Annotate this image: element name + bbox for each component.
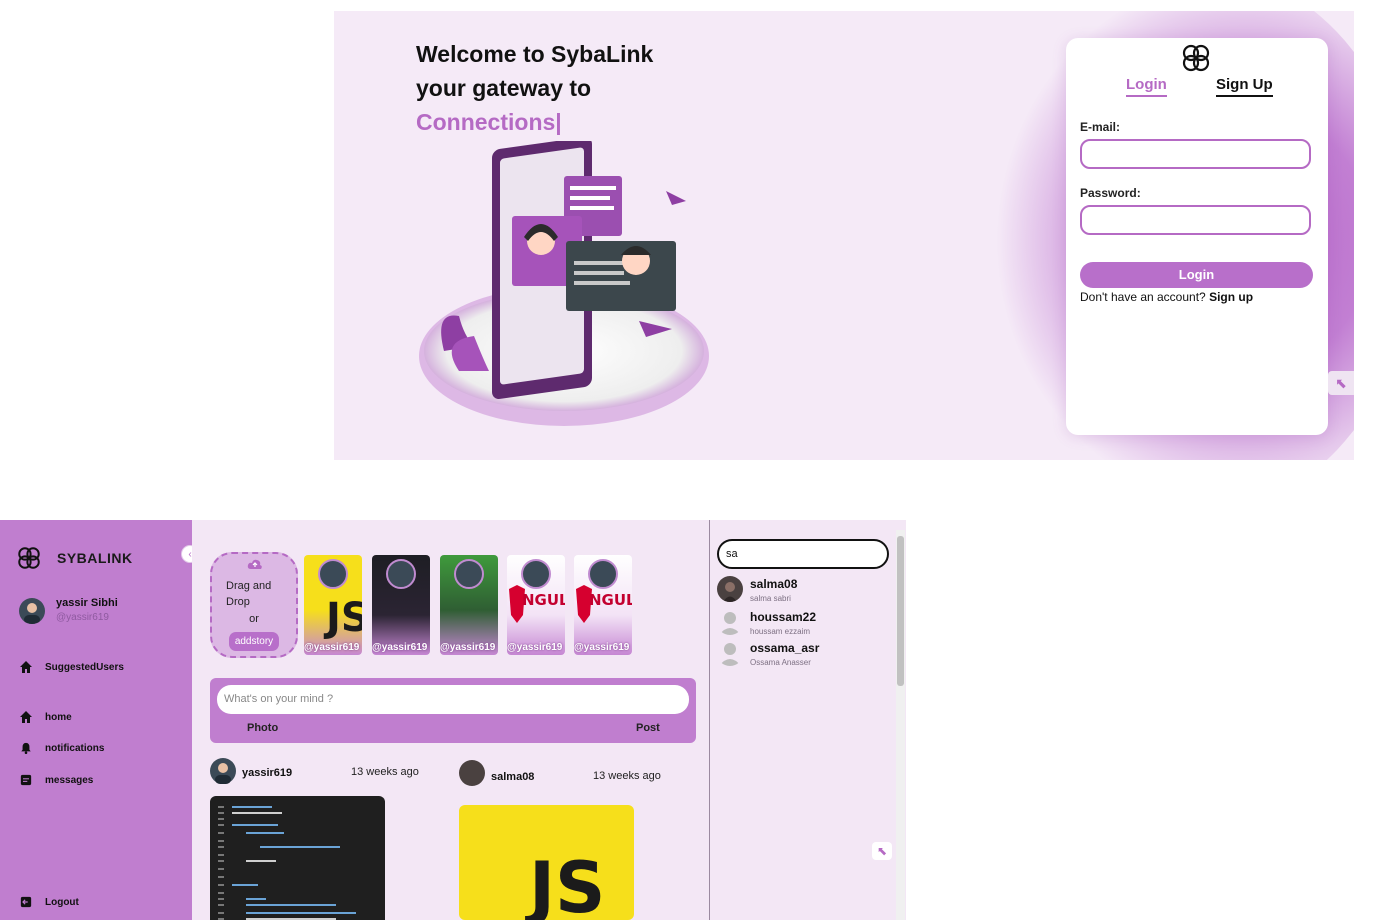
story-handle: @yassir619 xyxy=(372,642,428,653)
sidebar-item-home[interactable]: home xyxy=(19,709,72,725)
post-username[interactable]: salma08 xyxy=(491,771,534,783)
photo-button[interactable]: Photo xyxy=(247,722,278,734)
no-account-label: Don't have an account? xyxy=(1080,290,1206,304)
email-field[interactable] xyxy=(1080,139,1311,169)
post-time: 13 weeks ago xyxy=(593,770,661,782)
logout-button[interactable]: Logout xyxy=(19,894,79,910)
pointer-icon[interactable]: ⬉ xyxy=(1328,371,1354,395)
sidebar: SYBALINK yassir Sibhi @yassir619 Suggest… xyxy=(0,520,192,920)
login-button[interactable]: Login xyxy=(1080,262,1313,288)
avatar xyxy=(386,559,416,589)
avatar[interactable] xyxy=(19,598,45,624)
post-time: 13 weeks ago xyxy=(351,766,419,778)
story-item[interactable]: NGULAR @yassir619 xyxy=(507,555,565,655)
avatar[interactable] xyxy=(459,760,485,786)
story-handle: @yassir619 xyxy=(507,642,563,653)
js-logo-text: JS xyxy=(326,595,362,641)
post-composer: What's on your mind ? Photo Post xyxy=(210,678,696,743)
logout-label: Logout xyxy=(45,896,79,908)
login-card: Login Sign Up E-mail: Password: Login Do… xyxy=(1066,38,1328,435)
avatar xyxy=(318,559,348,589)
list-item[interactable]: ossama_asr Ossama Anasser xyxy=(717,640,887,670)
post-image-js[interactable]: JS xyxy=(459,805,634,920)
sidebar-item-suggested-users[interactable]: SuggestedUsers xyxy=(19,659,124,675)
or-text: or xyxy=(249,613,259,625)
tab-login[interactable]: Login xyxy=(1126,76,1167,97)
default-avatar-icon xyxy=(717,640,743,666)
result-username: salma08 xyxy=(750,577,798,591)
sidebar-item-notifications[interactable]: notifications xyxy=(19,740,104,756)
sidebar-item-label: SuggestedUsers xyxy=(45,661,124,673)
welcome-line-2: your gateway to xyxy=(416,75,592,101)
login-screen: Welcome to SybaLink your gateway to Conn… xyxy=(334,11,1354,460)
chat-illustration xyxy=(419,141,709,426)
avatar xyxy=(521,559,551,589)
sidebar-item-label: home xyxy=(45,711,72,723)
avatar xyxy=(454,559,484,589)
email-label: E-mail: xyxy=(1080,120,1121,134)
welcome-line-3: Connections| xyxy=(416,109,562,135)
result-username: ossama_asr xyxy=(750,641,820,655)
result-fullname: Ossama Anasser xyxy=(750,658,811,667)
message-icon xyxy=(19,773,33,787)
search-panel: sa salma08 salma sabri houssam22 houssam… xyxy=(709,520,896,920)
feed-screen: SYBALINK yassir Sibhi @yassir619 Suggest… xyxy=(0,520,906,920)
story-item[interactable]: NGULAR @yassir619 xyxy=(574,555,632,655)
no-account-text: Don't have an account? Sign up xyxy=(1080,290,1253,304)
story-item[interactable]: @yassir619 xyxy=(440,555,498,655)
pointer-icon[interactable]: ⬉ xyxy=(872,842,892,860)
post-input[interactable]: What's on your mind ? xyxy=(217,685,689,714)
add-story-button[interactable]: addstory xyxy=(229,632,279,651)
js-logo-text: JS xyxy=(529,847,606,920)
avatar xyxy=(717,576,743,602)
tab-signup[interactable]: Sign Up xyxy=(1216,76,1273,97)
list-item[interactable]: salma08 salma sabri xyxy=(717,576,887,606)
password-field[interactable] xyxy=(1080,205,1311,235)
home-icon xyxy=(19,660,33,674)
user-handle: @yassir619 xyxy=(56,612,109,623)
home-icon xyxy=(19,710,33,724)
post-image-code[interactable] xyxy=(210,796,385,920)
avatar xyxy=(588,559,618,589)
story-item[interactable]: @yassir619 xyxy=(372,555,430,655)
welcome-line-1: Welcome to SybaLink xyxy=(416,41,654,67)
sybalink-logo-icon xyxy=(1182,44,1210,72)
user-name: yassir Sibhi xyxy=(56,597,118,609)
scrollbar-thumb[interactable] xyxy=(897,536,904,686)
sidebar-item-messages[interactable]: messages xyxy=(19,772,93,788)
avatar[interactable] xyxy=(210,758,236,784)
logout-icon xyxy=(19,895,33,909)
upload-cloud-icon xyxy=(247,559,262,569)
sybalink-logo-icon xyxy=(18,547,40,569)
post-username[interactable]: yassir619 xyxy=(242,767,292,779)
sidebar-item-label: messages xyxy=(45,774,94,786)
story-handle: @yassir619 xyxy=(440,642,496,653)
drag-drop-text: Drag and Drop xyxy=(226,580,272,608)
bell-icon xyxy=(19,741,33,755)
main-feed: Drag and Drop or addstory JS @yassir619 … xyxy=(192,520,709,920)
scrollbar[interactable] xyxy=(896,530,905,920)
post-button[interactable]: Post xyxy=(636,722,660,734)
sidebar-item-label: notifications xyxy=(45,742,105,754)
search-input[interactable]: sa xyxy=(717,539,889,569)
default-avatar-icon xyxy=(717,609,743,635)
add-story-dropzone[interactable]: Drag and Drop or addstory xyxy=(210,552,298,658)
story-item[interactable]: JS @yassir619 xyxy=(304,555,362,655)
story-handle: @yassir619 xyxy=(574,642,630,653)
story-handle: @yassir619 xyxy=(304,642,360,653)
result-fullname: salma sabri xyxy=(750,594,791,603)
result-username: houssam22 xyxy=(750,610,817,624)
signup-link[interactable]: Sign up xyxy=(1209,290,1253,304)
welcome-heading: Welcome to SybaLink your gateway to Conn… xyxy=(416,37,653,139)
result-fullname: houssam ezzaim xyxy=(750,627,811,636)
list-item[interactable]: houssam22 houssam ezzaim xyxy=(717,609,887,639)
brand-name: SYBALINK xyxy=(57,550,133,566)
password-label: Password: xyxy=(1080,186,1141,200)
